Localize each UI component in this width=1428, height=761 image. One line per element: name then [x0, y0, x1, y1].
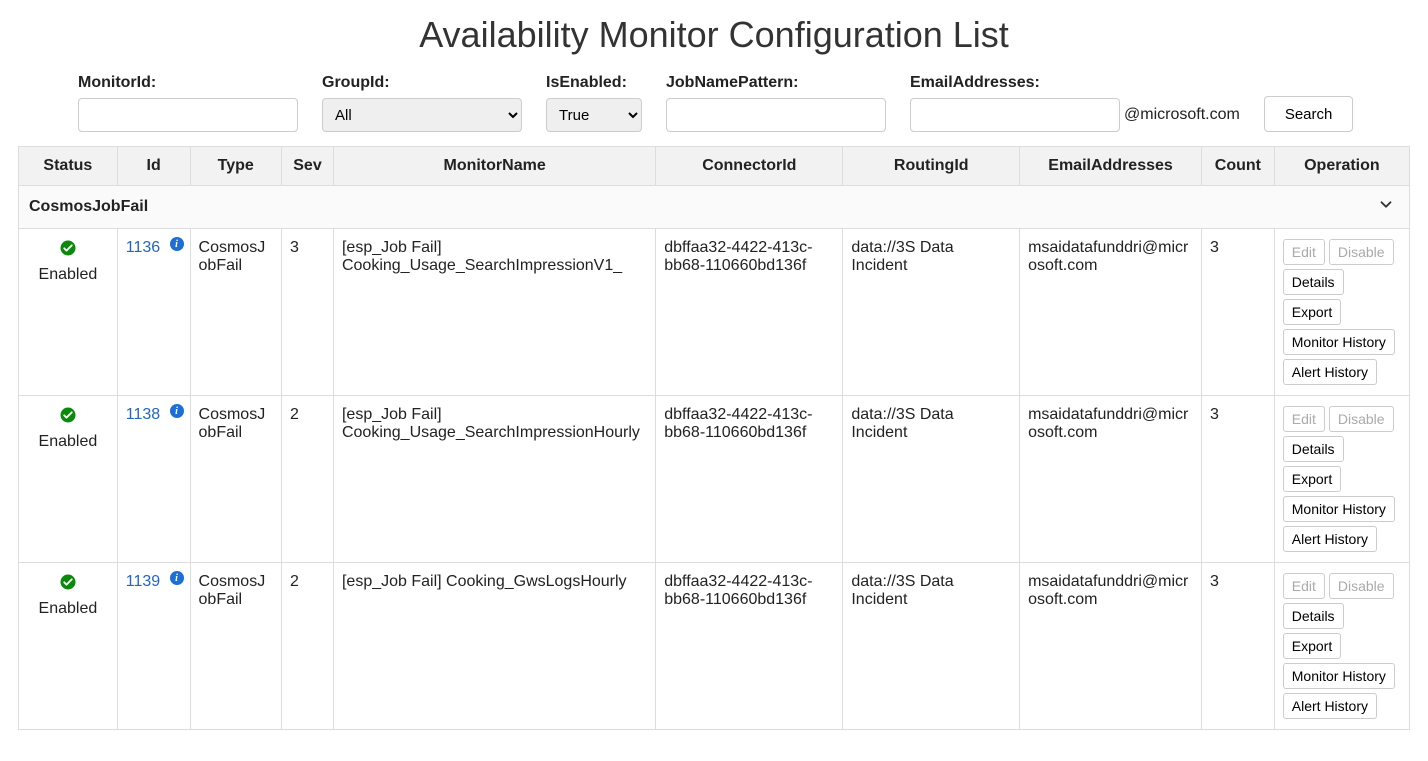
isenabled-select[interactable]: True: [546, 98, 642, 132]
col-sev[interactable]: Sev: [282, 147, 334, 186]
filter-bar: MonitorId: GroupId: All IsEnabled: True …: [18, 74, 1410, 146]
routingid-cell: data://3S Data Incident: [843, 396, 1020, 563]
disable-button[interactable]: Disable: [1329, 406, 1394, 432]
edit-button[interactable]: Edit: [1283, 573, 1325, 599]
group-name: CosmosJobFail: [29, 198, 148, 215]
status-enabled-icon: [59, 411, 77, 428]
info-icon[interactable]: i: [170, 571, 184, 585]
status-text: Enabled: [27, 266, 109, 284]
disable-button[interactable]: Disable: [1329, 573, 1394, 599]
isenabled-label: IsEnabled:: [546, 74, 642, 92]
id-link[interactable]: 1139: [126, 573, 160, 590]
export-button[interactable]: Export: [1283, 633, 1341, 659]
alert-history-button[interactable]: Alert History: [1283, 693, 1377, 719]
export-button[interactable]: Export: [1283, 299, 1341, 325]
chevron-down-icon[interactable]: [1377, 196, 1395, 219]
type-cell: CosmosJobFail: [190, 229, 281, 396]
connectorid-cell: dbffaa32-4422-413c-bb68-110660bd136f: [656, 563, 843, 730]
details-button[interactable]: Details: [1283, 436, 1344, 462]
table-row: Enabled i 1138 CosmosJobFail 2 [esp_Job …: [19, 396, 1410, 563]
status-text: Enabled: [27, 433, 109, 451]
sev-cell: 3: [282, 229, 334, 396]
page-title: Availability Monitor Configuration List: [18, 14, 1410, 56]
monitorname-cell: [esp_Job Fail] Cooking_Usage_SearchImpre…: [333, 229, 655, 396]
search-button[interactable]: Search: [1264, 96, 1354, 132]
edit-button[interactable]: Edit: [1283, 406, 1325, 432]
group-id-label: GroupId:: [322, 74, 522, 92]
email-cell: msaidatafunddri@microsoft.com: [1020, 396, 1202, 563]
export-button[interactable]: Export: [1283, 466, 1341, 492]
col-routingid[interactable]: RoutingId: [843, 147, 1020, 186]
col-emailaddresses[interactable]: EmailAddresses: [1020, 147, 1202, 186]
details-button[interactable]: Details: [1283, 269, 1344, 295]
count-cell: 3: [1202, 396, 1275, 563]
status-enabled-icon: [59, 244, 77, 261]
col-monitorname[interactable]: MonitorName: [333, 147, 655, 186]
edit-button[interactable]: Edit: [1283, 239, 1325, 265]
email-cell: msaidatafunddri@microsoft.com: [1020, 563, 1202, 730]
routingid-cell: data://3S Data Incident: [843, 563, 1020, 730]
status-enabled-icon: [59, 578, 77, 595]
monitor-history-button[interactable]: Monitor History: [1283, 663, 1395, 689]
id-link[interactable]: 1138: [126, 406, 160, 423]
type-cell: CosmosJobFail: [190, 396, 281, 563]
monitorname-cell: [esp_Job Fail] Cooking_Usage_SearchImpre…: [333, 396, 655, 563]
disable-button[interactable]: Disable: [1329, 239, 1394, 265]
monitor-history-button[interactable]: Monitor History: [1283, 329, 1395, 355]
type-cell: CosmosJobFail: [190, 563, 281, 730]
jobname-input[interactable]: [666, 98, 886, 132]
monitor-table: Status Id Type Sev MonitorName Connector…: [18, 146, 1410, 730]
email-input[interactable]: [910, 98, 1120, 132]
status-text: Enabled: [27, 600, 109, 618]
table-row: Enabled i 1136 CosmosJobFail 3 [esp_Job …: [19, 229, 1410, 396]
sev-cell: 2: [282, 563, 334, 730]
email-cell: msaidatafunddri@microsoft.com: [1020, 229, 1202, 396]
details-button[interactable]: Details: [1283, 603, 1344, 629]
count-cell: 3: [1202, 229, 1275, 396]
info-icon[interactable]: i: [170, 404, 184, 418]
col-type[interactable]: Type: [190, 147, 281, 186]
jobname-label: JobNamePattern:: [666, 74, 886, 92]
col-status[interactable]: Status: [19, 147, 118, 186]
connectorid-cell: dbffaa32-4422-413c-bb68-110660bd136f: [656, 229, 843, 396]
id-link[interactable]: 1136: [126, 239, 160, 256]
monitorname-cell: [esp_Job Fail] Cooking_GwsLogsHourly: [333, 563, 655, 730]
email-label: EmailAddresses:: [910, 74, 1240, 92]
col-id[interactable]: Id: [117, 147, 190, 186]
monitor-id-label: MonitorId:: [78, 74, 298, 92]
col-count[interactable]: Count: [1202, 147, 1275, 186]
count-cell: 3: [1202, 563, 1275, 730]
routingid-cell: data://3S Data Incident: [843, 229, 1020, 396]
sev-cell: 2: [282, 396, 334, 563]
col-connectorid[interactable]: ConnectorId: [656, 147, 843, 186]
col-operation[interactable]: Operation: [1274, 147, 1409, 186]
monitor-history-button[interactable]: Monitor History: [1283, 496, 1395, 522]
monitor-id-input[interactable]: [78, 98, 298, 132]
email-suffix: @microsoft.com: [1124, 106, 1240, 124]
connectorid-cell: dbffaa32-4422-413c-bb68-110660bd136f: [656, 396, 843, 563]
table-row: Enabled i 1139 CosmosJobFail 2 [esp_Job …: [19, 563, 1410, 730]
group-id-select[interactable]: All: [322, 98, 522, 132]
info-icon[interactable]: i: [170, 237, 184, 251]
alert-history-button[interactable]: Alert History: [1283, 526, 1377, 552]
group-row[interactable]: CosmosJobFail: [19, 186, 1410, 229]
alert-history-button[interactable]: Alert History: [1283, 359, 1377, 385]
